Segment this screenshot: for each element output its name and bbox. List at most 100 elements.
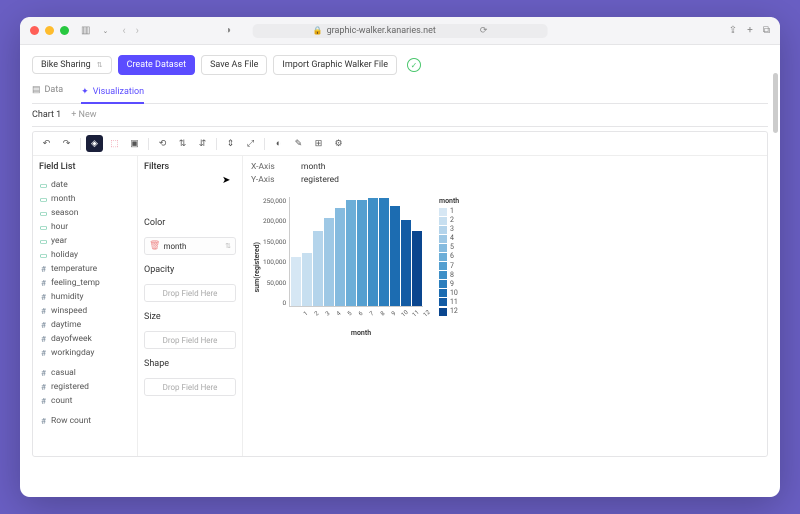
- field-humidity[interactable]: #humidity: [39, 290, 131, 304]
- chart-tab-1[interactable]: Chart 1: [32, 110, 61, 120]
- legend-item-7[interactable]: 7: [439, 262, 459, 271]
- scrollbar[interactable]: [773, 73, 778, 133]
- legend-item-6[interactable]: 6: [439, 252, 459, 261]
- field-hour[interactable]: ▭hour: [39, 220, 131, 234]
- export-button[interactable]: ⊞: [310, 135, 327, 152]
- address-bar[interactable]: 🔒 graphic-walker.kanaries.net ⟳: [253, 24, 548, 38]
- save-as-file-button[interactable]: Save As File: [201, 55, 267, 75]
- chart-tab-new[interactable]: + New: [71, 110, 96, 120]
- shape-shelf[interactable]: Drop Field Here: [144, 378, 236, 396]
- field-winspeed[interactable]: #winspeed: [39, 304, 131, 318]
- field-temperature[interactable]: #temperature: [39, 262, 131, 276]
- field-feeling_temp[interactable]: #feeling_temp: [39, 276, 131, 290]
- tab-visualization[interactable]: ✦ Visualization: [81, 85, 144, 104]
- legend-item-9[interactable]: 9: [439, 280, 459, 289]
- field-daytime[interactable]: #daytime: [39, 318, 131, 332]
- legend-swatch: [439, 235, 447, 243]
- field-casual[interactable]: #casual: [39, 366, 131, 380]
- bar-10[interactable]: [390, 206, 400, 306]
- maximize-window-button[interactable]: [60, 26, 69, 35]
- shield-icon[interactable]: ◑: [225, 25, 231, 36]
- selection-button[interactable]: ⬚: [106, 135, 123, 152]
- bar-8[interactable]: [368, 198, 378, 306]
- axis-toggle-button[interactable]: ⇕: [222, 135, 239, 152]
- back-button[interactable]: ‹: [122, 24, 125, 37]
- redo-button[interactable]: ↷: [58, 135, 75, 152]
- mark-type-button[interactable]: ◈: [86, 135, 103, 152]
- bar-5[interactable]: [335, 208, 345, 306]
- legend-item-11[interactable]: 11: [439, 298, 459, 307]
- settings-gear-icon[interactable]: ⚙: [330, 135, 347, 152]
- chevron-down-icon[interactable]: ⌄: [102, 27, 108, 35]
- undo-button[interactable]: ↶: [38, 135, 55, 152]
- lock-icon: 🔒: [313, 26, 323, 35]
- field-registered[interactable]: #registered: [39, 380, 131, 394]
- chart-panel: X-Axis month Y-Axis registered sum(regis…: [243, 156, 767, 456]
- legend-item-2[interactable]: 2: [439, 216, 459, 225]
- resize-button[interactable]: ⤢: [242, 135, 259, 152]
- refresh-icon[interactable]: ⟳: [480, 26, 488, 36]
- number-icon: #: [39, 321, 48, 330]
- bar-9[interactable]: [379, 198, 389, 306]
- editor-panel: ↶ ↷ ◈ ⬚ ▣ ⟲ ⇅ ⇵ ⇕ ⤢ ◐ ✎ ⊞ ⚙: [32, 131, 768, 457]
- create-dataset-button[interactable]: Create Dataset: [118, 55, 195, 75]
- forward-button[interactable]: ›: [136, 24, 139, 37]
- opacity-shelf[interactable]: Drop Field Here: [144, 284, 236, 302]
- number-icon: #: [39, 397, 48, 406]
- field-season[interactable]: ▭season: [39, 206, 131, 220]
- legend-item-8[interactable]: 8: [439, 271, 459, 280]
- field-workingday[interactable]: #workingday: [39, 346, 131, 360]
- sort-asc-button[interactable]: ⇅: [174, 135, 191, 152]
- brush-button[interactable]: ✎: [290, 135, 307, 152]
- chart-toolbar: ↶ ↷ ◈ ⬚ ▣ ⟲ ⇅ ⇵ ⇕ ⤢ ◐ ✎ ⊞ ⚙: [33, 132, 767, 156]
- x-axis-row[interactable]: X-Axis month: [251, 162, 759, 172]
- stack-button[interactable]: ▣: [126, 135, 143, 152]
- legend-swatch: [439, 226, 447, 234]
- status-check-icon: ✓: [407, 58, 421, 72]
- field-year[interactable]: ▭year: [39, 234, 131, 248]
- size-shelf-title: Size: [144, 312, 236, 322]
- bar-4[interactable]: [324, 218, 334, 306]
- color-shelf[interactable]: 🗑 month ⇅: [144, 237, 236, 255]
- new-tab-icon[interactable]: +: [747, 25, 753, 36]
- legend-item-10[interactable]: 10: [439, 289, 459, 298]
- sidebar-icon[interactable]: ▥: [81, 25, 90, 36]
- chevron-updown-icon: ⇅: [225, 242, 231, 250]
- field-count[interactable]: #count: [39, 394, 131, 408]
- bar-12[interactable]: [412, 231, 422, 306]
- field-Row-count[interactable]: #Row count: [39, 414, 131, 428]
- chart-icon: ✦: [81, 87, 89, 97]
- tab-data[interactable]: ▤ Data: [32, 85, 63, 99]
- legend-item-5[interactable]: 5: [439, 243, 459, 252]
- dataset-select[interactable]: Bike Sharing ⇅: [32, 56, 112, 74]
- bar-6[interactable]: [346, 200, 356, 306]
- sort-desc-button[interactable]: ⇵: [194, 135, 211, 152]
- legend-item-12[interactable]: 12: [439, 307, 459, 316]
- legend-item-3[interactable]: 3: [439, 225, 459, 234]
- field-holiday[interactable]: ▭holiday: [39, 248, 131, 262]
- bar-7[interactable]: [357, 200, 367, 306]
- transpose-button[interactable]: ⟲: [154, 135, 171, 152]
- chart-tabs: Chart 1 + New: [32, 104, 768, 127]
- bar-1[interactable]: [291, 257, 301, 306]
- bar-3[interactable]: [313, 231, 323, 306]
- theme-button[interactable]: ◐: [270, 135, 287, 152]
- field-dayofweek[interactable]: #dayofweek: [39, 332, 131, 346]
- minimize-window-button[interactable]: [45, 26, 54, 35]
- close-window-button[interactable]: [30, 26, 39, 35]
- legend-item-4[interactable]: 4: [439, 234, 459, 243]
- category-icon: ▭: [39, 223, 48, 232]
- bar-2[interactable]: [302, 253, 312, 306]
- encoding-panel: Filters Color 🗑 month ⇅ Opacity Drop Fie…: [138, 156, 243, 456]
- delete-icon[interactable]: 🗑: [149, 241, 160, 251]
- field-date[interactable]: ▭date: [39, 178, 131, 192]
- tabs-icon[interactable]: ⧉: [763, 25, 770, 36]
- size-shelf[interactable]: Drop Field Here: [144, 331, 236, 349]
- import-file-button[interactable]: Import Graphic Walker File: [273, 55, 397, 75]
- y-axis-row[interactable]: Y-Axis registered: [251, 175, 759, 185]
- legend-item-1[interactable]: 1: [439, 207, 459, 216]
- share-icon[interactable]: ⇪: [729, 25, 737, 36]
- chart-xticks: 123456789101112: [295, 308, 427, 319]
- field-month[interactable]: ▭month: [39, 192, 131, 206]
- bar-11[interactable]: [401, 220, 411, 306]
